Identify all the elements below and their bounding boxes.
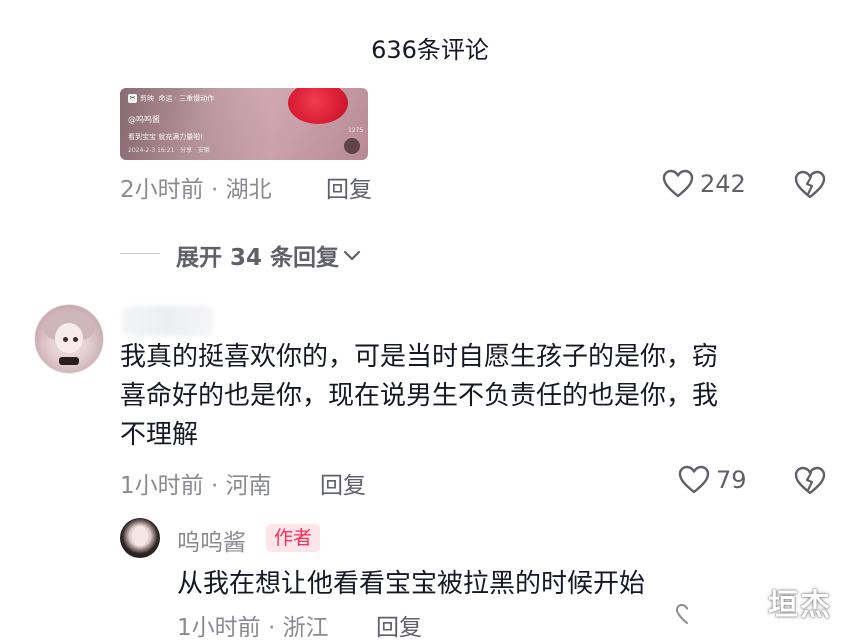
- video-thumbnail-card[interactable]: ✂ 剪映 命运 · 三重慢动作 @呜呜酱 看到宝宝 就充满力量啦! 2024-2-…: [120, 88, 368, 160]
- video-app-label: 剪映: [140, 94, 154, 103]
- comment-count-title: 636条评论: [371, 36, 489, 64]
- author-badge: 作者: [266, 524, 321, 552]
- comment-1-reply-button[interactable]: 回复: [326, 170, 372, 204]
- reply-1-reply-button[interactable]: 回复: [376, 608, 422, 642]
- thumbnail-red-object: [288, 88, 348, 124]
- author-avatar-face: [132, 526, 148, 546]
- heart-icon: [662, 169, 694, 198]
- reply-1-text: 从我在想让他看看宝宝被拉黑的时候开始: [177, 569, 646, 599]
- video-app-line: ✂ 剪映 命运 · 三重慢动作: [128, 94, 214, 104]
- video-date-line: 2024-2-3 16:21 · 分享 · 安徽: [128, 147, 210, 154]
- watermark-text: 垣杰: [768, 588, 832, 623]
- comment-2-reply-button[interactable]: 回复: [320, 466, 366, 500]
- expand-replies-label: 展开 34 条回复: [176, 245, 340, 271]
- video-count: 1275: [348, 127, 364, 134]
- comment-1-like-count: 242: [700, 170, 746, 198]
- comment-2-like-count: 79: [716, 466, 747, 494]
- heart-icon[interactable]: [676, 604, 698, 624]
- avatar-eye-left: [63, 337, 68, 342]
- thumbnail-avatar-dot: [344, 138, 360, 154]
- chevron-down-icon: [343, 250, 361, 261]
- comment-1-like-button[interactable]: 242: [662, 169, 746, 199]
- dislike-heart-icon[interactable]: [794, 466, 826, 496]
- comment-1-meta: 2小时前 · 湖北: [120, 177, 272, 203]
- comment-2-text: 我真的挺喜欢你的，可是当时自愿生孩子的是你，窃 喜命好的也是你，现在说男生不负责…: [120, 342, 719, 450]
- video-tags: 命运 · 三重慢动作: [158, 94, 215, 103]
- capcut-logo-icon: ✂: [128, 94, 137, 103]
- expand-divider: [120, 253, 160, 254]
- reply-1-meta: 1小时前 · 浙江: [177, 615, 329, 641]
- expand-replies-button[interactable]: 展开 34 条回复: [176, 238, 362, 272]
- avatar-eye-right: [73, 337, 78, 342]
- comments-panel: 636条评论 ✂ 剪映 命运 · 三重慢动作 @呜呜酱 看到宝宝 就充满力量啦! …: [0, 0, 860, 643]
- video-author: @呜呜酱: [128, 115, 160, 124]
- comment-2-like-button[interactable]: 79: [678, 465, 747, 495]
- dislike-heart-icon[interactable]: [794, 170, 826, 200]
- commenter-avatar[interactable]: [34, 304, 104, 374]
- heart-icon: [678, 465, 710, 494]
- blurred-username[interactable]: [122, 306, 214, 336]
- video-caption: 看到宝宝 就充满力量啦!: [128, 133, 204, 141]
- avatar-face: [55, 323, 83, 353]
- author-username[interactable]: 呜呜酱: [177, 523, 246, 557]
- avatar-bow: [59, 357, 79, 365]
- comment-2-meta: 1小时前 · 河南: [120, 473, 272, 499]
- author-avatar[interactable]: [120, 518, 160, 558]
